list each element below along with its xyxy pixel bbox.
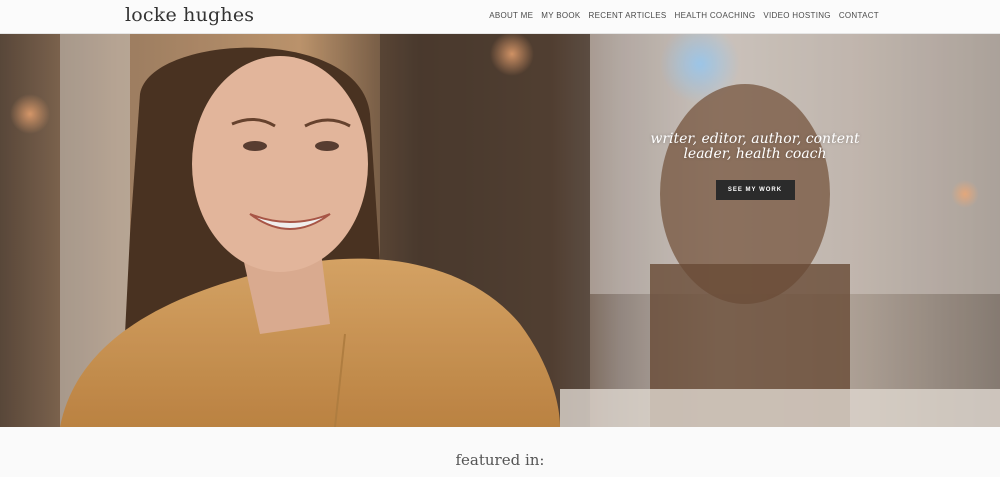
tagline-line-1: writer, editor, author, content <box>650 131 860 147</box>
nav-health-coaching[interactable]: HEALTH COACHING <box>675 11 756 20</box>
featured-section: featured in: <box>0 427 1000 477</box>
nav-contact[interactable]: CONTACT <box>839 11 879 20</box>
nav-recent-articles[interactable]: RECENT ARTICLES <box>589 11 667 20</box>
tagline-line-2: leader, health coach <box>683 146 827 162</box>
hero-tagline: writer, editor, author, content leader, … <box>610 132 900 162</box>
site-logo[interactable]: locke hughes <box>125 4 254 26</box>
see-my-work-button[interactable]: SEE MY WORK <box>715 180 795 200</box>
nav-video-hosting[interactable]: VIDEO HOSTING <box>763 11 830 20</box>
featured-heading: featured in: <box>455 451 545 469</box>
hero-copy: writer, editor, author, content leader, … <box>610 132 900 200</box>
main-nav: ABOUT ME MY BOOK RECENT ARTICLES HEALTH … <box>489 11 879 20</box>
site-header: locke hughes ABOUT ME MY BOOK RECENT ART… <box>0 0 1000 34</box>
hero-photo <box>0 34 1000 427</box>
nav-about-me[interactable]: ABOUT ME <box>489 11 533 20</box>
hero-banner: writer, editor, author, content leader, … <box>0 34 1000 427</box>
nav-my-book[interactable]: MY BOOK <box>541 11 580 20</box>
